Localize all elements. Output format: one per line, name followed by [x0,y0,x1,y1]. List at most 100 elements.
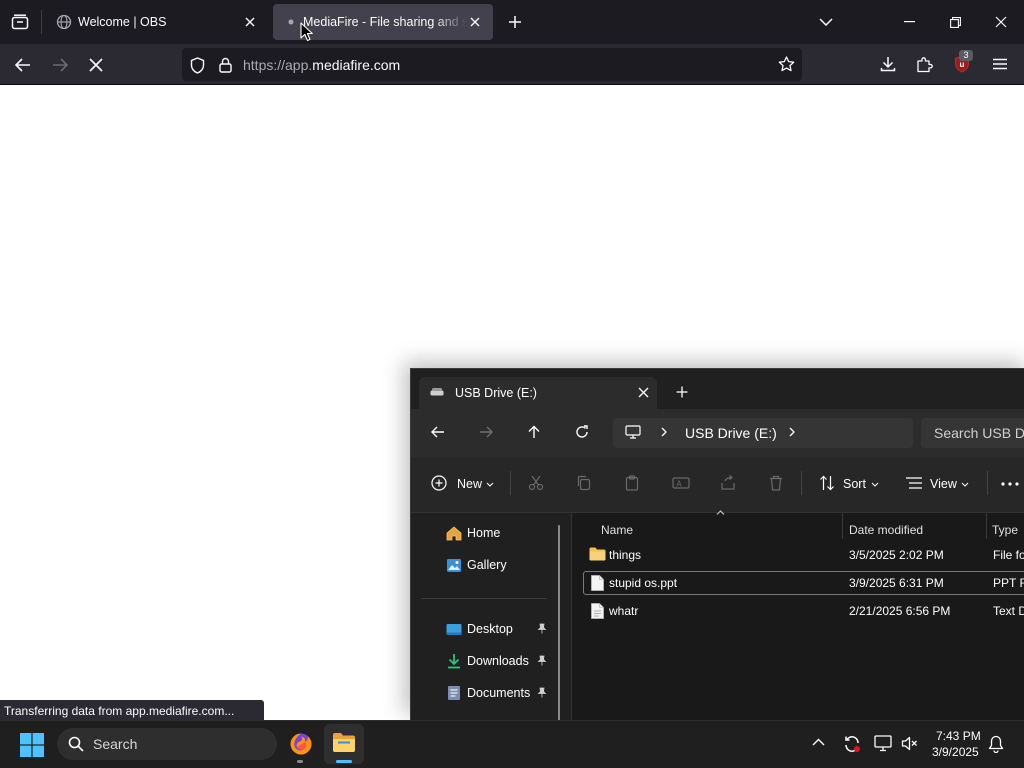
close-tab-icon[interactable] [467,14,483,30]
pin-icon[interactable] [537,623,547,634]
sidebar-scrollbar[interactable] [558,525,560,720]
tab-overview-icon[interactable] [8,10,32,34]
sidebar-item-label: Downloads [467,654,529,668]
file-row-selected[interactable]: stupid os.ppt 3/9/2025 6:31 PM PPT F [583,571,1024,595]
show-hidden-icons-chevron-icon[interactable] [812,738,825,746]
running-indicator [297,760,303,763]
rename-icon[interactable]: A [672,475,690,491]
downloads-icon[interactable] [876,52,900,76]
desktop-folder-icon [445,620,463,638]
column-header-date[interactable]: Date modified [849,523,923,537]
sidebar-item-gallery[interactable]: Gallery [445,552,507,578]
column-header-name[interactable]: Name [601,523,633,537]
url-prefix: https://app. [243,57,313,73]
sidebar-item-label: Gallery [467,558,507,572]
delete-icon[interactable] [768,475,784,491]
clock-date[interactable]: 3/9/2025 [932,745,992,759]
extensions-puzzle-icon[interactable] [912,52,936,76]
forward-icon[interactable] [479,426,493,438]
chevron-down-icon[interactable] [871,482,879,487]
new-plus-icon[interactable] [431,475,447,491]
file-row[interactable]: things 3/5/2025 2:02 PM File fo [583,543,1024,567]
loading-dot-icon [283,14,299,30]
minimize-icon[interactable] [896,10,922,34]
sidebar-separator [421,598,547,599]
new-button[interactable]: New [457,477,482,491]
column-header-type[interactable]: Type [992,523,1018,537]
lock-icon[interactable] [216,55,234,75]
new-tab-icon[interactable] [676,386,688,398]
windows-start-icon[interactable] [18,731,46,759]
mouse-cursor-icon [300,22,314,44]
forward-icon[interactable] [47,52,73,78]
back-icon[interactable] [431,426,445,438]
browser-tab-bar: Welcome | OBS MediaFire - File sharing a… [0,0,1024,44]
sidebar-item-home[interactable]: Home [445,520,500,546]
breadcrumb-chevron-icon[interactable] [789,427,795,437]
chevron-down-icon[interactable] [961,482,969,487]
list-tabs-chevron-icon[interactable] [814,10,838,34]
sidebar-item-label: Documents [467,686,531,700]
breadcrumb-current[interactable]: USB Drive (E:) [685,425,777,441]
stop-loading-icon[interactable] [83,52,109,78]
new-tab-icon[interactable] [503,10,527,34]
active-indicator [336,760,352,763]
refresh-icon[interactable] [575,425,589,439]
network-icon[interactable] [874,735,892,752]
firefox-taskbar-icon[interactable] [286,729,316,759]
file-name: whatr [609,604,639,618]
more-options-icon[interactable] [1001,482,1019,486]
view-button[interactable]: View [930,477,957,491]
pin-icon[interactable] [537,687,547,698]
document-file-icon [591,575,604,591]
globe-icon [56,14,72,30]
volume-muted-icon[interactable] [901,735,918,752]
share-icon[interactable] [720,475,736,491]
column-divider[interactable] [842,513,843,539]
gallery-icon [445,556,463,574]
drive-icon [430,387,444,397]
taskbar-search-box[interactable] [57,728,277,760]
document-file-icon [591,603,604,619]
sidebar-item-label: Desktop [467,622,513,636]
tab-title: MediaFire - File sharing and storage [303,15,467,29]
sidebar-item-documents[interactable]: Documents [445,680,530,706]
view-list-icon[interactable] [906,477,922,489]
close-tab-icon[interactable] [242,14,258,30]
breadcrumb-chevron-icon[interactable] [661,427,667,437]
column-divider[interactable] [986,513,987,539]
restore-icon[interactable] [942,10,968,34]
close-tab-icon[interactable] [638,387,649,398]
menu-hamburger-icon[interactable] [988,52,1012,76]
file-type: Text D [993,604,1024,618]
sort-icon[interactable] [819,475,835,491]
back-icon[interactable] [10,52,36,78]
cut-icon[interactable] [528,475,544,491]
sort-button[interactable]: Sort [843,477,866,491]
file-row[interactable]: whatr 2/21/2025 6:56 PM Text D [583,599,1024,623]
clock-time[interactable]: 7:43 PM [936,729,996,743]
divider [801,471,802,495]
close-window-icon[interactable] [988,10,1014,34]
tab-divider [41,10,42,34]
copy-icon[interactable] [576,475,592,491]
documents-folder-icon [445,684,463,702]
svg-text:u: u [960,60,965,69]
file-type: File fo [993,548,1024,562]
taskbar-search-label[interactable]: Search [93,736,137,752]
bookmark-star-icon[interactable] [774,52,798,76]
pin-icon[interactable] [537,655,547,666]
tab-obs[interactable]: Welcome | OBS [46,4,268,40]
sync-icon[interactable] [843,735,861,753]
chevron-down-icon[interactable] [486,482,494,487]
notification-bell-icon[interactable] [988,735,1004,753]
sidebar-item-downloads[interactable]: Downloads [445,648,529,674]
explorer-tab[interactable]: USB Drive (E:) [419,377,657,409]
paste-icon[interactable] [624,475,640,491]
sidebar-item-desktop[interactable]: Desktop [445,616,513,642]
up-arrow-icon[interactable] [528,425,540,439]
tracking-shield-icon[interactable] [188,55,206,75]
url-text[interactable]: https://app.mediafire.com [243,57,400,73]
tab-title: Welcome | OBS [78,15,167,29]
search-placeholder[interactable]: Search USB Dr [934,425,1024,441]
